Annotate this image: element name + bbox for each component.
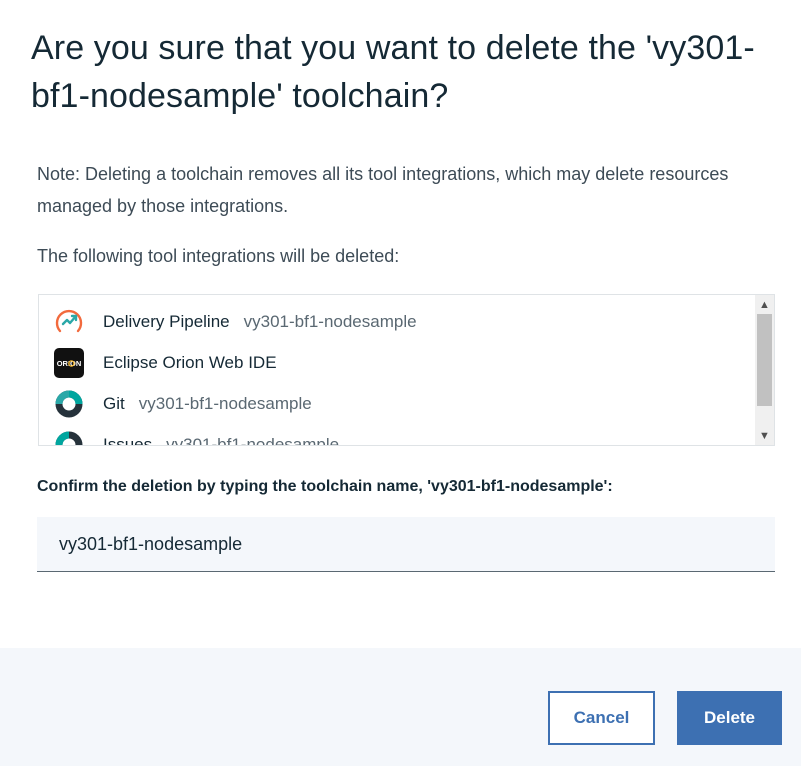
git-icon [53, 388, 85, 420]
cancel-button[interactable]: Cancel [548, 691, 655, 745]
tool-name: Eclipse Orion Web IDE [103, 353, 277, 372]
dialog-footer: Cancel Delete [0, 648, 801, 766]
eclipse-orion-icon: ORION [53, 347, 85, 379]
tool-instance-name: vy301-bf1-nodesample [166, 435, 340, 446]
list-item: Delivery Pipeline vy301-bf1-nodesample [53, 302, 417, 342]
scroll-up-arrow-icon[interactable]: ▲ [755, 296, 774, 314]
tool-instance-name: vy301-bf1-nodesample [138, 394, 312, 413]
confirm-deletion-label: Confirm the deletion by typing the toolc… [37, 478, 613, 495]
deletion-note: Note: Deleting a toolchain removes all i… [37, 164, 729, 216]
list-scrollbar[interactable]: ▲ ▼ [755, 295, 774, 445]
tool-instance-name: vy301-bf1-nodesample [243, 312, 417, 331]
list-item: Git vy301-bf1-nodesample [53, 384, 312, 424]
scroll-thumb[interactable] [757, 314, 772, 406]
list-item: ORION Eclipse Orion Web IDE [53, 343, 277, 383]
list-item: Issues vy301-bf1-nodesample [53, 425, 340, 446]
delivery-pipeline-icon [53, 306, 85, 338]
issues-icon [53, 429, 85, 445]
tool-integrations-heading: The following tool integrations will be … [37, 246, 400, 266]
dialog-title: Are you sure that you want to delete the… [31, 29, 755, 115]
tool-name: Delivery Pipeline [103, 312, 230, 331]
scroll-down-arrow-icon[interactable]: ▼ [755, 427, 774, 445]
tool-integrations-list[interactable]: Delivery Pipeline vy301-bf1-nodesample O… [38, 294, 775, 446]
delete-toolchain-dialog: Are you sure that you want to delete the… [0, 0, 801, 766]
delete-button[interactable]: Delete [677, 691, 782, 745]
tool-name: Git [103, 394, 125, 413]
toolchain-name-input[interactable] [37, 517, 775, 572]
tool-name: Issues [103, 435, 153, 446]
